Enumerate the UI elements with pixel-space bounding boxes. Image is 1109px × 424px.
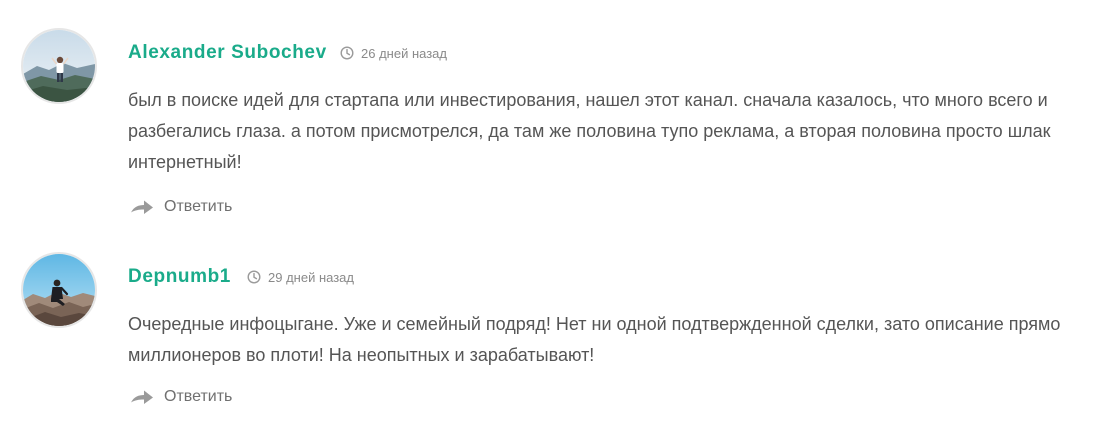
avatar[interactable]	[21, 28, 97, 104]
comment-text: Очередные инфоцыгане. Уже и семейный под…	[128, 314, 1061, 365]
reply-label: Ответить	[164, 388, 233, 405]
comment-date: 26 дней назад	[361, 45, 447, 61]
reply-label: Ответить	[164, 198, 233, 215]
comment-meta: 29 дней назад	[247, 269, 354, 285]
comment-author[interactable]: Alexander Subochev	[128, 42, 327, 64]
comment-meta: 26 дней назад	[340, 45, 447, 61]
person-on-mountain-photo	[23, 30, 95, 102]
comment-text: был в поиске идей для стартапа или инвес…	[128, 90, 1051, 172]
comment-author[interactable]: Depnumb1	[128, 266, 231, 288]
avatar[interactable]	[21, 252, 97, 328]
reply-button[interactable]: Ответить	[130, 386, 232, 408]
person-sitting-on-rocks-photo	[23, 254, 95, 326]
reply-arrow-icon	[131, 390, 153, 404]
clock-icon	[340, 46, 354, 60]
reply-arrow-icon	[131, 200, 153, 214]
reply-button[interactable]: Ответить	[130, 196, 232, 218]
clock-icon	[247, 270, 261, 284]
comment-date: 29 дней назад	[268, 269, 354, 285]
